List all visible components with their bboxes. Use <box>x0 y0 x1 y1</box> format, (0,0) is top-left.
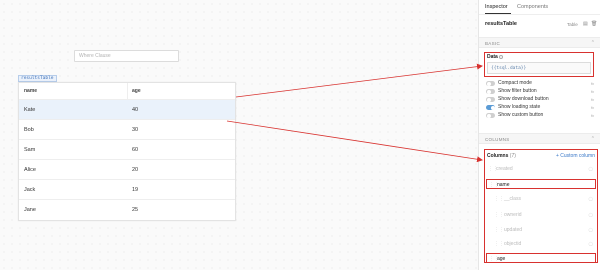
eye-icon[interactable]: ◯ <box>589 239 593 249</box>
cell-name: Bob <box>24 127 34 133</box>
component-type: Table <box>567 22 578 27</box>
fx-icon[interactable]: fx <box>591 104 594 111</box>
data-label: Data <box>487 54 503 60</box>
table-row[interactable]: Jane 25 <box>19 200 235 220</box>
column-item-label: objectid <box>504 241 522 247</box>
cell-name: Kate <box>24 107 36 113</box>
fx-icon[interactable]: fx <box>591 112 594 119</box>
toggle-label: Show download button <box>498 96 549 102</box>
columns-title-text: Columns <box>487 153 509 159</box>
table-row[interactable]: Sam 60 <box>19 140 235 160</box>
toggle-switch[interactable] <box>486 81 495 86</box>
toggle-switch[interactable] <box>486 97 495 102</box>
table-row[interactable]: Alice 20 <box>19 160 235 180</box>
results-table[interactable]: name age Kate 40 Bob 30 Sam 60 Alice 20 … <box>18 82 236 221</box>
cell-age: 20 <box>132 167 139 173</box>
trash-icon[interactable]: 🗑 <box>591 21 597 27</box>
section-label: COLUMNS <box>485 137 510 142</box>
basic-section-header[interactable]: BASIC ⌃ <box>479 37 600 48</box>
toggle-label: Show loading state <box>498 104 541 110</box>
column-item-age[interactable]: ⋮⋮ age <box>486 253 596 263</box>
toggle-switch[interactable] <box>486 113 495 118</box>
chevron-up-icon: ⌃ <box>590 136 595 142</box>
cell-name: Alice <box>24 167 36 173</box>
tab-components[interactable]: Components <box>517 4 548 10</box>
column-item-label: updated <box>504 227 523 233</box>
toggle-knob <box>486 81 491 86</box>
toggle-show-custom-button[interactable]: Show custom button fx <box>486 112 596 119</box>
data-input[interactable]: {{tsql.data}} <box>487 62 591 74</box>
column-item-label: age <box>497 256 506 262</box>
toggle-switch[interactable] <box>486 105 495 110</box>
eye-icon[interactable]: ◯ <box>589 194 593 204</box>
table-row[interactable]: Jack 19 <box>19 180 235 200</box>
columns-section-header[interactable]: COLUMNS ⌃ <box>479 133 600 144</box>
toggle-knob <box>486 97 491 102</box>
toggle-label: Compact mode <box>498 80 532 86</box>
column-header-age[interactable]: age <box>132 83 141 100</box>
data-label-text: Data <box>487 54 498 60</box>
column-header-name[interactable]: name <box>24 83 37 100</box>
column-item[interactable]: ⋮⋮ objectid ◯ <box>486 239 596 249</box>
active-tab-indicator <box>485 13 511 14</box>
column-item-label: ownerid <box>504 212 522 218</box>
column-item[interactable]: ⋮⋮ ownerid ◯ <box>486 210 596 220</box>
toggle-show-filter-button[interactable]: Show filter button fx <box>486 88 596 95</box>
table-row[interactable]: Kate 40 <box>19 100 235 120</box>
component-name[interactable]: resultsTable <box>485 21 517 27</box>
eye-icon[interactable]: ◯ <box>589 225 593 235</box>
column-item-name[interactable]: ⋮⋮ name <box>486 179 596 189</box>
where-clause-input[interactable]: Where Clause <box>74 50 179 62</box>
toggle-knob <box>486 89 491 94</box>
column-divider <box>127 83 128 100</box>
eye-icon[interactable]: ◯ <box>589 164 593 174</box>
fx-icon[interactable]: fx <box>591 80 594 87</box>
data-field-group: Data {{tsql.data}} <box>484 52 594 77</box>
fx-icon[interactable]: fx <box>591 96 594 103</box>
cell-age: 60 <box>132 147 139 153</box>
docs-icon[interactable]: ▤ <box>583 21 588 27</box>
chevron-up-icon: ⌃ <box>590 40 595 46</box>
cell-age: 25 <box>132 207 139 213</box>
cell-name: Jack <box>24 187 36 193</box>
eye-icon[interactable]: ◯ <box>589 210 593 220</box>
table-row[interactable]: Bob 30 <box>19 120 235 140</box>
info-icon <box>498 54 503 59</box>
fx-icon[interactable]: fx <box>591 88 594 95</box>
toggle-knob <box>490 105 495 110</box>
toggle-label: Show custom button <box>498 112 544 118</box>
drag-handle-icon[interactable]: ⋮⋮ <box>494 241 504 247</box>
toggle-switch[interactable] <box>486 89 495 94</box>
drag-handle-icon[interactable]: ⋮⋮ <box>494 196 504 202</box>
inspector-tabs: Inspector Components <box>479 0 600 15</box>
column-item-label: name <box>497 182 510 188</box>
columns-title: Columns (7) <box>487 153 516 159</box>
section-label: BASIC <box>485 41 501 46</box>
column-item[interactable]: ⋮⋮ __class ◯ <box>486 194 596 204</box>
column-item-label: created <box>496 166 513 172</box>
toggle-show-loading-state[interactable]: Show loading state fx <box>486 104 596 111</box>
cell-age: 19 <box>132 187 139 193</box>
cell-name: Jane <box>24 207 36 213</box>
cell-age: 40 <box>132 107 139 113</box>
columns-count: (7) <box>509 153 516 159</box>
canvas: Where Clause resultsTable name age Kate … <box>0 0 478 270</box>
toggle-compact-mode[interactable]: Compact mode fx <box>486 80 596 87</box>
toggle-show-download-button[interactable]: Show download button fx <box>486 96 596 103</box>
drag-handle-icon[interactable]: ⋮⋮ <box>494 212 504 218</box>
drag-handle-icon[interactable]: ⋮⋮ <box>494 227 504 233</box>
toggle-label: Show filter button <box>498 88 537 94</box>
add-custom-column-button[interactable]: + Custom column <box>556 153 595 159</box>
column-item[interactable]: ⋮⋮ created ◯ <box>486 164 596 174</box>
cell-name: Sam <box>24 147 36 153</box>
table-header: name age <box>19 83 235 100</box>
tab-inspector[interactable]: Inspector <box>485 4 508 10</box>
toggle-knob <box>486 113 491 118</box>
column-item[interactable]: ⋮⋮ updated ◯ <box>486 225 596 235</box>
component-tag[interactable]: resultsTable <box>18 75 57 82</box>
cell-age: 30 <box>132 127 139 133</box>
column-item-label: __class <box>504 196 521 202</box>
